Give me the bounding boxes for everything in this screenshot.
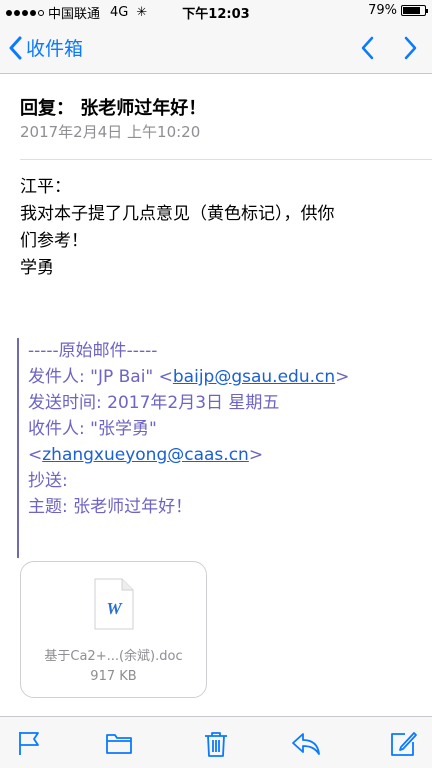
attachment-card[interactable]: W 基于Ca2+...(余斌).doc 917 KB [20, 561, 207, 698]
quote-to-email-row: <zhangxueyong@caas.cn> [28, 442, 417, 468]
reply-button[interactable] [290, 729, 320, 759]
previous-message-button[interactable] [360, 36, 374, 64]
delete-button[interactable] [201, 729, 231, 759]
next-message-button[interactable] [404, 36, 418, 64]
body-line: 学勇 [20, 258, 54, 278]
message-header: 回复： 张老师过年好！ 2017年2月4日 上午10:20 [20, 74, 432, 160]
status-bar: 中国联通 4G ✳ 下午12:03 79% [0, 0, 432, 22]
to-email-link[interactable]: zhangxueyong@caas.cn [42, 445, 249, 465]
quoted-original-message: -----原始邮件----- 发件人: "JP Bai" <baijp@gsau… [17, 338, 417, 558]
chevron-left-icon [9, 36, 22, 59]
trash-icon [205, 732, 227, 757]
quote-to-end: > [248, 445, 264, 465]
body-line: 们参考！ [20, 231, 88, 251]
bottom-toolbar [0, 716, 432, 768]
message-body: 江平： 我对本子提了几点意见（黄色标记），供你 们参考！ 学勇 [20, 174, 415, 282]
quote-from-label: 发件人: "JP Bai" < [28, 367, 173, 387]
quote-sent-time: 发送时间: 2017年2月3日 星期五 [28, 393, 280, 413]
doc-icon-letter: W [106, 599, 123, 618]
quote-from: 发件人: "JP Bai" <baijp@gsau.edu.cn> [28, 364, 417, 390]
attachment-size: 917 KB [90, 669, 137, 684]
move-to-folder-button[interactable] [104, 729, 134, 759]
message-date: 2017年2月4日 上午10:20 [20, 123, 201, 141]
quote-to-open: < [28, 445, 43, 465]
compose-icon [391, 732, 417, 756]
word-document-icon: W [94, 578, 134, 630]
nav-bar: 收件箱 [0, 22, 432, 74]
back-button[interactable]: 收件箱 [8, 34, 83, 61]
battery-icon [401, 5, 428, 16]
from-email-link[interactable]: baijp@gsau.edu.cn [173, 367, 335, 387]
quote-to: 收件人: "张学勇" [28, 419, 157, 439]
reply-icon [292, 733, 320, 755]
chevron-left-icon [361, 36, 374, 60]
quote-subject: 主题: 张老师过年好！ [28, 497, 193, 517]
body-line: 我对本子提了几点意见（黄色标记），供你 [20, 204, 335, 224]
back-button-label: 收件箱 [26, 38, 84, 60]
battery-percent: 79% [368, 3, 397, 18]
chevron-right-icon [404, 36, 417, 60]
attachment-name: 基于Ca2+...(余斌).doc [44, 649, 183, 664]
battery-fill [403, 7, 420, 14]
status-right: 79% [368, 3, 428, 18]
body-line: 江平： [20, 177, 71, 197]
message-subject: 回复： 张老师过年好！ [20, 98, 207, 119]
quote-separator: -----原始邮件----- [28, 341, 158, 361]
flag-icon [19, 732, 39, 755]
quote-from-end: > [335, 367, 350, 387]
flag-button[interactable] [16, 729, 46, 759]
compose-button[interactable] [388, 729, 418, 759]
folder-icon [106, 734, 132, 754]
quote-cc: 抄送: [28, 471, 68, 491]
